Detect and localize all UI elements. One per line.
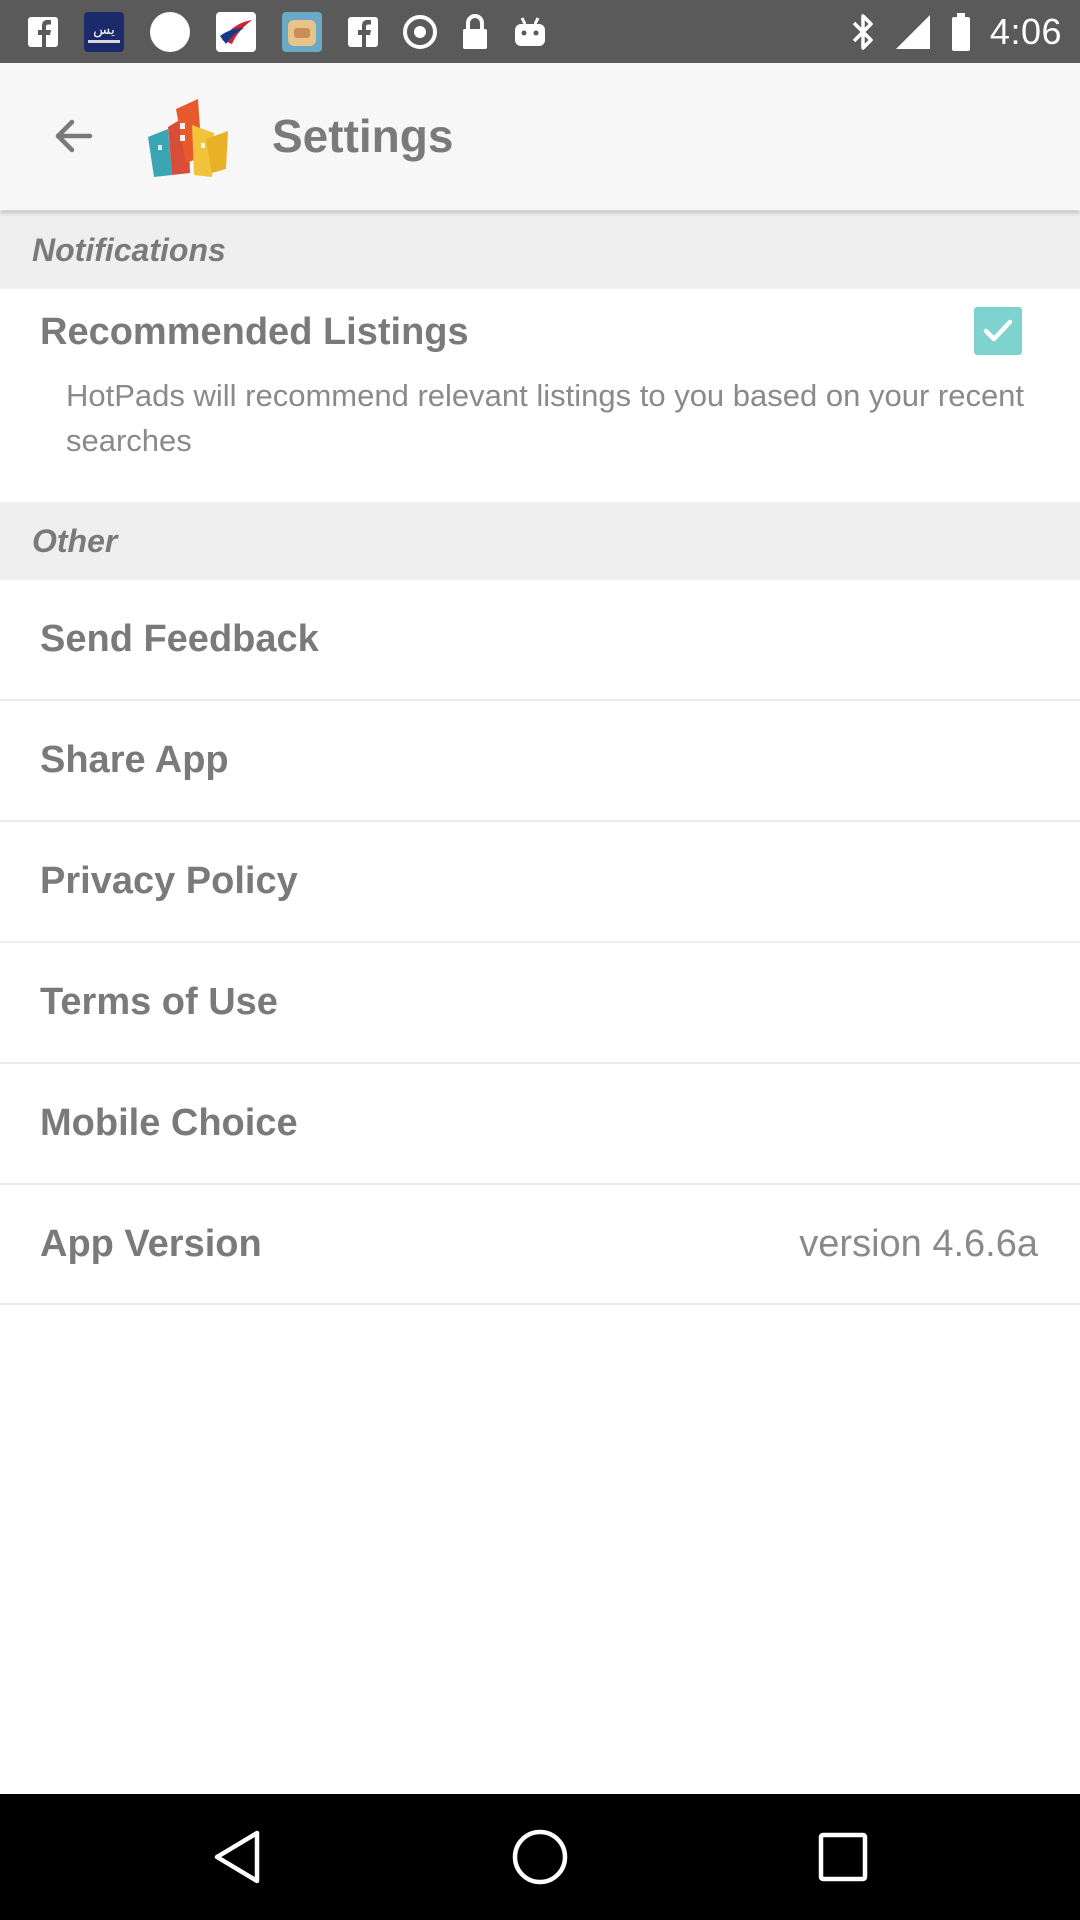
- nav-back-button[interactable]: [204, 1824, 270, 1890]
- privacy-policy-item[interactable]: Privacy Policy: [0, 822, 1080, 943]
- notification-icons: يس: [0, 10, 548, 54]
- arrow-back-icon: [55, 119, 93, 153]
- facebook-icon: [346, 15, 380, 49]
- section-header-notifications: Notifications: [0, 211, 1080, 289]
- nav-recents-button[interactable]: [810, 1824, 876, 1890]
- back-button[interactable]: [44, 107, 102, 165]
- svg-text:يس: يس: [93, 22, 115, 38]
- app-version-item: App Version version 4.6.6a: [0, 1185, 1080, 1305]
- send-feedback-label: Send Feedback: [40, 618, 319, 660]
- square-recents-icon: [818, 1832, 868, 1882]
- circle-home-icon: [512, 1829, 568, 1885]
- signal-icon: [894, 13, 932, 51]
- navigation-bar: [0, 1794, 1080, 1920]
- recommended-listings-title: Recommended Listings: [40, 311, 469, 353]
- mobile-choice-label: Mobile Choice: [40, 1102, 298, 1144]
- hotpads-logo: [146, 97, 230, 181]
- share-app-item[interactable]: Share App: [0, 701, 1080, 822]
- terms-of-use-label: Terms of Use: [40, 981, 278, 1023]
- bluetooth-icon: [850, 12, 876, 52]
- battery-icon: [950, 12, 972, 52]
- app-version-label: App Version: [40, 1222, 262, 1265]
- terms-of-use-item[interactable]: Terms of Use: [0, 943, 1080, 1064]
- app-bar: Settings: [0, 63, 1080, 210]
- sync-icon: [402, 14, 438, 50]
- airline-app-icon: [214, 10, 258, 54]
- section-header-other: Other: [0, 502, 1080, 580]
- recommended-listings-description: HotPads will recommend relevant listings…: [66, 378, 1025, 458]
- status-time: 4:06: [989, 10, 1062, 52]
- android-icon: [512, 14, 548, 50]
- share-app-label: Share App: [40, 739, 229, 781]
- system-icons: 4:06: [850, 0, 1062, 63]
- app-version-value: version 4.6.6a: [799, 1222, 1038, 1265]
- send-feedback-item[interactable]: Send Feedback: [0, 580, 1080, 701]
- game-app-icon: [280, 10, 324, 54]
- section-header-label: Notifications: [32, 231, 226, 268]
- facebook-icon: [26, 15, 60, 49]
- lock-icon: [460, 13, 490, 51]
- privacy-policy-label: Privacy Policy: [40, 860, 298, 902]
- news-app-icon: يس: [82, 10, 126, 54]
- section-header-label: Other: [32, 522, 118, 559]
- mobile-choice-item[interactable]: Mobile Choice: [0, 1064, 1080, 1185]
- page-title: Settings: [272, 110, 454, 162]
- status-bar: يس 4:06: [0, 0, 1080, 63]
- triangle-back-icon: [214, 1830, 260, 1884]
- circle-icon: [148, 10, 192, 54]
- checkmark-icon: [983, 319, 1013, 342]
- nav-home-button[interactable]: [507, 1824, 573, 1890]
- recommended-listings-setting[interactable]: Recommended Listings HotPads will recomm…: [0, 289, 1080, 502]
- recommended-listings-checkbox[interactable]: [974, 307, 1022, 355]
